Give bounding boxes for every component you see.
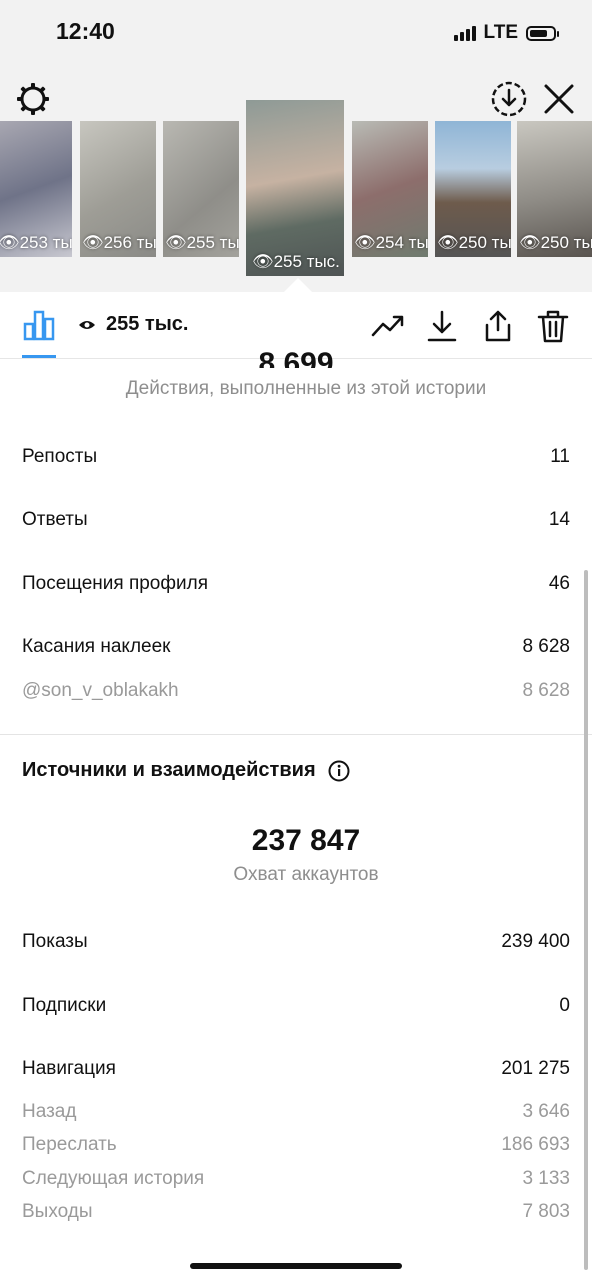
status-time: 12:40 <box>56 18 115 44</box>
stat-label: Касания наклеек <box>22 636 171 657</box>
stat-row-replies: Ответы 14 <box>22 509 570 531</box>
stat-subrow-exits: Выходы 7 803 <box>22 1201 570 1223</box>
story-views: 👁250 тыс <box>437 233 511 252</box>
interactions-total: 8 699 <box>258 347 334 368</box>
stat-row-profile-visits: Посещения профиля 46 <box>22 573 570 595</box>
story-thumbnail[interactable]: 👁250 тыс <box>517 121 592 257</box>
home-indicator[interactable] <box>190 1263 402 1269</box>
stat-row-impressions: Показы 239 400 <box>22 931 570 953</box>
interactions-caption: Действия, выполненные из этой истории <box>125 378 487 399</box>
active-story-pointer <box>284 278 312 292</box>
scrollbar[interactable] <box>584 570 588 1270</box>
stat-value: 46 <box>548 573 570 594</box>
story-strip-panel: 12:40 LTE 👁253 тыс <box>0 0 592 292</box>
story-thumbnail[interactable]: 👁256 тыс <box>80 121 156 257</box>
story-views: 👁250 тыс <box>519 233 592 252</box>
story-views: 👁255 тыс. <box>252 252 340 271</box>
stat-value: 8 628 <box>522 680 570 701</box>
toolbar-views-count: 255 тыс. <box>106 313 189 335</box>
stat-value: 186 693 <box>501 1134 570 1155</box>
stat-subrow-next-story: Следующая история 3 133 <box>22 1168 570 1190</box>
stat-subrow-back: Назад 3 646 <box>22 1101 570 1123</box>
story-views: 👁256 тыс <box>82 233 156 252</box>
stat-label: Репосты <box>22 446 98 467</box>
story-thumbnail[interactable]: 👁254 тыс <box>352 121 428 257</box>
story-thumbnail[interactable]: 👁253 тыс <box>0 121 72 257</box>
stat-label: Посещения профиля <box>22 573 208 594</box>
story-thumbnail[interactable]: 👁255 тыс <box>163 121 239 257</box>
stat-row-navigation: Навигация 201 275 <box>22 1058 570 1080</box>
stat-value: 3 133 <box>522 1168 570 1189</box>
stat-label: @son_v_oblakakh <box>22 680 179 701</box>
stat-value: 239 400 <box>501 931 570 952</box>
signal-icon <box>453 25 476 41</box>
network-label: LTE <box>483 22 518 43</box>
section-title-text: Источники и взаимодействия <box>22 759 316 781</box>
story-thumbnail[interactable]: 👁250 тыс <box>435 121 511 257</box>
story-views: 👁254 тыс <box>354 233 428 252</box>
stat-label: Следующая история <box>22 1168 205 1189</box>
stat-value: 7 803 <box>522 1201 570 1222</box>
stat-subrow-forward: Переслать 186 693 <box>22 1134 570 1156</box>
story-views: 👁255 тыс <box>165 233 239 252</box>
reach-number: 237 847 <box>251 824 361 857</box>
story-thumbnail-active[interactable]: 👁255 тыс. <box>246 100 344 276</box>
info-icon[interactable] <box>328 760 350 782</box>
stat-label: Показы <box>22 931 88 952</box>
discovery-section-title: Источники и взаимодействия <box>22 759 350 782</box>
stat-value: 11 <box>550 446 570 467</box>
reach-caption: Охват аккаунтов <box>233 864 379 885</box>
stat-value: 0 <box>559 995 570 1016</box>
stat-row-follows: Подписки 0 <box>22 995 570 1017</box>
stat-label: Подписки <box>22 995 107 1016</box>
stat-row-reposts: Репосты 11 <box>22 446 570 468</box>
stat-label: Ответы <box>22 509 88 530</box>
story-thumbnails: 👁253 тыс 👁256 тыс 👁255 тыс 👁255 тыс. 👁25… <box>0 100 592 280</box>
stat-value: 14 <box>548 509 570 530</box>
eye-icon <box>79 321 95 329</box>
status-indicators: LTE <box>453 22 559 44</box>
stat-value: 8 628 <box>522 636 570 657</box>
stat-value: 201 275 <box>501 1058 570 1079</box>
section-divider <box>0 734 592 735</box>
stat-subrow-mention[interactable]: @son_v_oblakakh 8 628 <box>22 680 570 702</box>
stat-label: Назад <box>22 1101 77 1122</box>
stat-label: Переслать <box>22 1134 117 1155</box>
stat-value: 3 646 <box>522 1101 570 1122</box>
story-views: 👁253 тыс <box>0 233 72 252</box>
battery-icon <box>526 25 559 41</box>
stat-label: Выходы <box>22 1201 93 1222</box>
stat-row-sticker-taps: Касания наклеек 8 628 <box>22 636 570 658</box>
stat-label: Навигация <box>22 1058 116 1079</box>
